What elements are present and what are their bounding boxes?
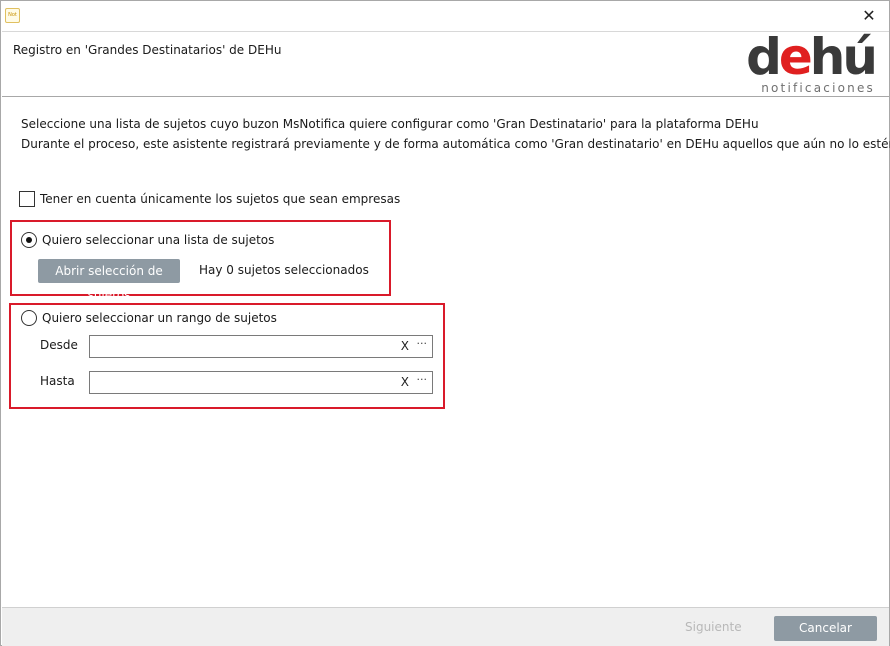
only-companies-checkbox[interactable] <box>19 191 35 207</box>
selection-count: Hay 0 sujetos seleccionados <box>199 263 369 277</box>
dialog-window: Not ✕ Registro en 'Grandes Destinatarios… <box>0 0 890 646</box>
list-option[interactable]: Quiero seleccionar una lista de sujetos <box>21 232 274 248</box>
to-label: Hasta <box>40 374 75 388</box>
wizard-title: Registro en 'Grandes Destinatarios' de D… <box>13 43 282 57</box>
from-browse-button[interactable]: ··· <box>417 337 428 350</box>
from-field[interactable]: X ··· <box>89 335 433 358</box>
close-button[interactable]: ✕ <box>859 6 879 26</box>
range-option[interactable]: Quiero seleccionar un rango de sujetos <box>21 310 277 326</box>
range-option-label: Quiero seleccionar un rango de sujetos <box>42 311 277 325</box>
logo-wordmark: dehú <box>746 28 878 86</box>
app-icon: Not <box>5 8 20 23</box>
wizard-footer: Siguiente Cancelar <box>2 607 889 646</box>
description-line-1: Seleccione una lista de sujetos cuyo buz… <box>21 117 759 131</box>
to-field[interactable]: X ··· <box>89 371 433 394</box>
dehu-logo: dehú notificaciones <box>746 28 878 95</box>
from-clear-button[interactable]: X <box>401 339 409 353</box>
next-button[interactable]: Siguiente <box>685 620 742 634</box>
cancel-button[interactable]: Cancelar <box>774 616 877 641</box>
wizard-header: Registro en 'Grandes Destinatarios' de D… <box>2 28 889 97</box>
to-browse-button[interactable]: ··· <box>417 373 428 386</box>
list-option-radio[interactable] <box>21 232 37 248</box>
open-selection-button[interactable]: Abrir selección de sujetos <box>38 259 180 302</box>
logo-subtitle: notificaciones <box>761 81 875 95</box>
list-option-label: Quiero seleccionar una lista de sujetos <box>42 233 275 247</box>
to-clear-button[interactable]: X <box>401 375 409 389</box>
description-line-2: Durante el proceso, este asistente regis… <box>21 137 890 151</box>
from-label: Desde <box>40 338 78 352</box>
only-companies-option[interactable]: Tener en cuenta únicamente los sujetos q… <box>19 191 400 207</box>
range-option-radio[interactable] <box>21 310 37 326</box>
only-companies-label: Tener en cuenta únicamente los sujetos q… <box>40 192 401 206</box>
